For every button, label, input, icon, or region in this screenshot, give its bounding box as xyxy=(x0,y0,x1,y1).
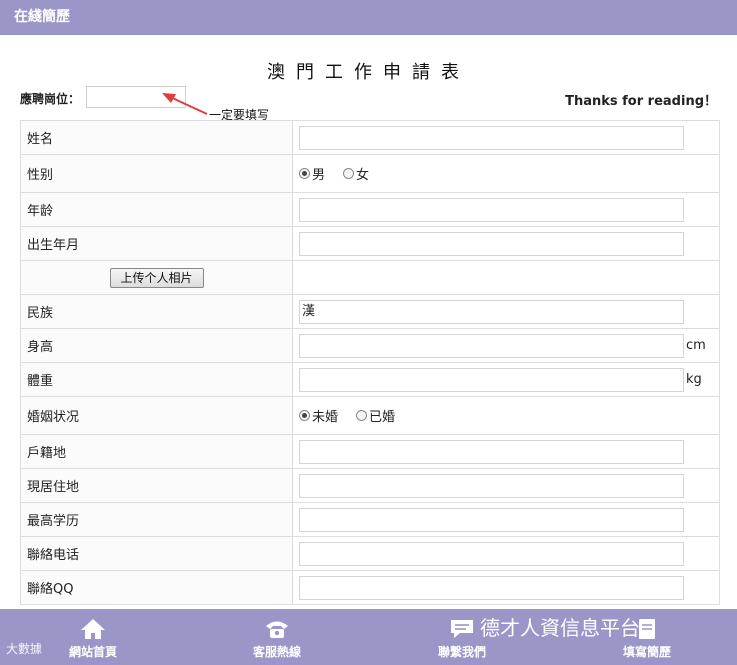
table-row: 上传个人相片 xyxy=(20,260,720,295)
gender-male-label: 男 xyxy=(312,168,326,183)
table-row: 民族 漢 xyxy=(20,294,720,329)
table-row: 現居住地 xyxy=(20,468,720,503)
nav-home-label: 網站首頁 xyxy=(68,645,117,659)
hukou-label: 戶籍地 xyxy=(20,434,293,469)
arrow-icon xyxy=(162,93,208,115)
marital-single-label: 未婚 xyxy=(312,410,339,425)
table-row: 戶籍地 xyxy=(20,434,720,469)
nav-contact-label: 聯繫我們 xyxy=(437,645,486,659)
nav-hotline-label: 客服熱線 xyxy=(252,645,301,659)
birth-input[interactable] xyxy=(299,231,684,256)
ethnicity-input[interactable]: 漢 xyxy=(299,299,684,324)
marital-single-radio[interactable]: 未婚 xyxy=(299,406,338,425)
qq-label: 聯絡QQ xyxy=(20,570,293,605)
ethnicity-label: 民族 xyxy=(20,294,293,329)
chat-icon xyxy=(451,620,473,638)
table-row: 體重 kg xyxy=(20,362,720,397)
hukou-input[interactable] xyxy=(299,439,684,464)
table-row: 身高 cm xyxy=(20,328,720,363)
name-label: 姓名 xyxy=(20,120,293,155)
table-row: 婚姻状况 未婚 已婚 xyxy=(20,396,720,435)
upload-photo-button[interactable]: 上传个人相片 xyxy=(109,267,204,288)
table-row: 聯絡电话 xyxy=(20,536,720,571)
height-input[interactable] xyxy=(299,333,684,358)
radio-unchecked-icon xyxy=(356,410,368,421)
height-unit: cm xyxy=(686,338,706,353)
age-input[interactable] xyxy=(299,197,684,222)
nav-home[interactable]: 網站首頁 xyxy=(33,609,153,665)
gender-female-radio[interactable]: 女 xyxy=(343,164,369,183)
table-row: 出生年月 xyxy=(20,226,720,261)
table-row: 姓名 xyxy=(20,120,720,155)
position-label: 應聘崗位： xyxy=(20,92,81,106)
gender-female-label: 女 xyxy=(356,168,370,183)
table-row: 最高学历 xyxy=(20,502,720,537)
gender-radio-group: 男 女 xyxy=(299,164,713,183)
radio-unchecked-icon xyxy=(343,168,355,179)
marital-label: 婚姻状况 xyxy=(20,396,293,435)
weight-input[interactable] xyxy=(299,367,684,392)
qq-input[interactable] xyxy=(299,575,684,600)
radio-checked-icon xyxy=(299,168,310,179)
phone-label: 聯絡电话 xyxy=(20,536,293,571)
application-form-table: 姓名 性别 男 女 年龄 出生年月 上传个人相片 民族 漢 身高 cm 體重 k… xyxy=(20,120,720,605)
table-row: 性别 男 女 xyxy=(20,154,720,193)
thanks-text: Thanks for reading！ xyxy=(565,94,717,109)
header-bar: 在綫簡歷 xyxy=(0,0,737,35)
address-input[interactable] xyxy=(299,473,684,498)
telephone-icon xyxy=(266,621,288,638)
weight-label: 體重 xyxy=(20,362,293,397)
table-row: 聯絡QQ xyxy=(20,570,720,605)
marital-married-radio[interactable]: 已婚 xyxy=(356,406,395,425)
watermark-text: 德才人資信息平台 xyxy=(480,616,640,640)
marital-radio-group: 未婚 已婚 xyxy=(299,406,713,425)
education-label: 最高学历 xyxy=(20,502,293,537)
radio-checked-icon xyxy=(299,410,310,421)
nav-hotline[interactable]: 客服熱線 xyxy=(217,609,337,665)
birth-label: 出生年月 xyxy=(20,226,293,261)
gender-label: 性别 xyxy=(20,154,293,193)
header-title: 在綫簡歷 xyxy=(14,9,70,25)
phone-input[interactable] xyxy=(299,541,684,566)
education-input[interactable] xyxy=(299,507,684,532)
nav-resume-label: 填寫簡歷 xyxy=(622,645,671,659)
watermark-corner: 大數據 xyxy=(6,642,43,656)
home-icon xyxy=(81,619,105,639)
height-label: 身高 xyxy=(20,328,293,363)
gender-male-radio[interactable]: 男 xyxy=(299,164,325,183)
form-heading: 澳門工作申請表 xyxy=(267,62,470,83)
weight-unit: kg xyxy=(686,372,702,387)
table-row: 年龄 xyxy=(20,192,720,227)
name-input[interactable] xyxy=(299,125,684,150)
address-label: 現居住地 xyxy=(20,468,293,503)
age-label: 年龄 xyxy=(20,192,293,227)
marital-married-label: 已婚 xyxy=(369,410,396,425)
